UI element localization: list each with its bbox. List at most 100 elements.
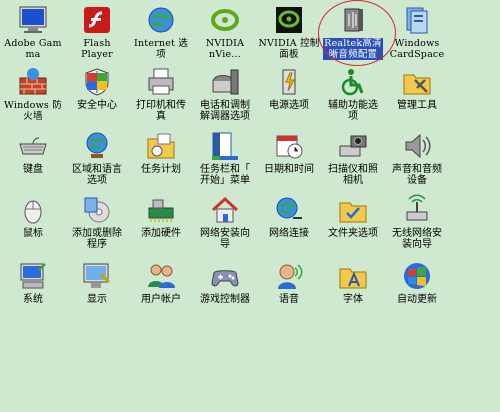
item-label: Internet 选 项 [134,38,188,60]
item-fonts[interactable]: 字体 [321,260,385,305]
item-display[interactable]: 显示 [65,260,129,305]
item-label: Adobe Gamma [4,38,62,60]
item-label: 用户帐户 [141,294,181,305]
item-game-controllers[interactable]: 游戏控制器 [193,260,257,305]
monitor-icon [19,6,47,33]
item-wireless-network-wizard[interactable]: 无线网络安 装向导 [385,194,449,250]
item-label: 添加或删除 程序 [72,228,122,250]
item-label: 字体 [343,294,363,305]
item-user-accounts[interactable]: 用户帐户 [129,260,193,305]
cardspace-icon [406,7,428,34]
add-remove-icon [84,197,110,223]
item-region-language[interactable]: 区域和语言 选项 [65,130,129,186]
network-home-icon [211,196,239,223]
scanner-camera-icon [339,135,367,157]
item-label: 任务栏和「 开始」菜单 [200,164,250,186]
region-globe-icon [86,132,108,158]
item-label: 自动更新 [397,294,437,305]
item-speech[interactable]: 语音 [257,260,321,305]
item-accessibility[interactable]: 辅助功能选 项 [321,66,385,122]
windows-update-icon [404,263,430,289]
item-label: 声音和音频 设备 [392,164,442,186]
folder-options-icon [339,202,367,223]
item-label: 添加硬件 [141,228,181,239]
item-label: 日期和时间 [264,164,314,175]
item-flash-player[interactable]: Flash Player [65,4,129,60]
wireless-icon [406,194,428,221]
speech-icon [278,264,303,289]
item-label: 系统 [23,294,43,305]
users-icon [148,264,175,288]
display-icon [83,263,111,288]
shield-icon [85,68,109,96]
item-automatic-updates[interactable]: 自动更新 [385,260,449,305]
item-power-options[interactable]: 电源选项 [257,66,321,111]
item-label: 区域和语言 选项 [72,164,122,186]
task-folder-icon [147,133,175,159]
item-system[interactable]: 系统 [1,260,65,305]
item-label: 电源选项 [269,100,309,111]
item-label: 无线网络安 装向导 [392,228,442,250]
phone-icon [212,69,239,95]
item-nvidia-nview[interactable]: NVIDIA nVie... [193,4,257,60]
item-add-hardware[interactable]: 添加硬件 [129,194,193,239]
item-taskbar-start-menu[interactable]: 任务栏和「 开始」菜单 [193,130,257,186]
system-icon [20,263,46,289]
item-printers-faxes[interactable]: 打印机和传 真 [129,66,193,122]
item-network-connections[interactable]: 网络连接 [257,194,321,239]
item-label: 打印机和传 真 [136,100,186,122]
item-scanners-cameras[interactable]: 扫描仪和照 相机 [321,130,385,186]
item-windows-firewall[interactable]: Windows 防 火墙 [1,66,65,122]
item-folder-options[interactable]: 文件夹选项 [321,194,385,239]
item-label: Windows 防 火墙 [4,100,62,122]
item-label: 扫描仪和照 相机 [328,164,378,186]
item-label: 显示 [87,294,107,305]
item-network-setup-wizard[interactable]: 网络安装向 导 [193,194,257,250]
item-label: NVIDIA nVie... [205,38,245,60]
nvidia-panel-icon [276,7,302,33]
item-nvidia-control-panel[interactable]: NVIDIA 控制 面板 [257,4,321,60]
item-label: 网络安装向 导 [200,228,250,250]
item-label: 电话和调制 解调器选项 [200,100,250,122]
control-panel-icon-view: Adobe Gamma Flash Player Internet 选 项 NV… [0,0,500,412]
item-label: 辅助功能选 项 [328,100,378,122]
accessibility-icon [341,69,364,96]
selection-highlight-ellipse [318,0,396,66]
item-label: 鼠标 [23,228,43,239]
item-phone-modem[interactable]: 电话和调制 解调器选项 [193,66,257,122]
item-admin-tools[interactable]: 管理工具 [385,66,449,111]
gamepad-icon [211,270,239,287]
admin-tools-icon [403,74,431,95]
item-security-center[interactable]: 安全中心 [65,66,129,111]
hardware-icon [148,199,174,222]
mouse-icon [24,200,42,224]
taskbar-icon [212,132,238,160]
globe-icon [148,7,174,33]
item-label: 网络连接 [269,228,309,239]
item-mouse[interactable]: 鼠标 [1,194,65,239]
item-add-remove-programs[interactable]: 添加或删除 程序 [65,194,129,250]
calendar-clock-icon [276,135,303,159]
item-label: 游戏控制器 [200,294,250,305]
firewall-icon [19,68,47,95]
item-label: Flash Player [81,38,113,60]
item-scheduled-tasks[interactable]: 任务计划 [129,130,193,175]
network-globe-icon [276,197,302,219]
item-label: 任务计划 [141,164,181,175]
item-keyboard[interactable]: 键盘 [1,130,65,175]
keyboard-icon [19,137,47,155]
item-label: NVIDIA 控制 面板 [258,38,320,60]
item-label: 管理工具 [397,100,437,111]
item-label: 语音 [279,294,299,305]
item-internet-options[interactable]: Internet 选 项 [129,4,193,60]
item-label: 文件夹选项 [328,228,378,239]
item-label: 键盘 [23,164,43,175]
nvidia-icon [211,9,239,31]
fonts-folder-icon [339,268,367,289]
sound-icon [405,133,431,159]
power-icon [282,69,296,95]
item-label: 安全中心 [77,100,117,111]
item-date-time[interactable]: 日期和时间 [257,130,321,175]
item-sounds-audio[interactable]: 声音和音频 设备 [385,130,449,186]
item-adobe-gamma[interactable]: Adobe Gamma [1,4,65,60]
